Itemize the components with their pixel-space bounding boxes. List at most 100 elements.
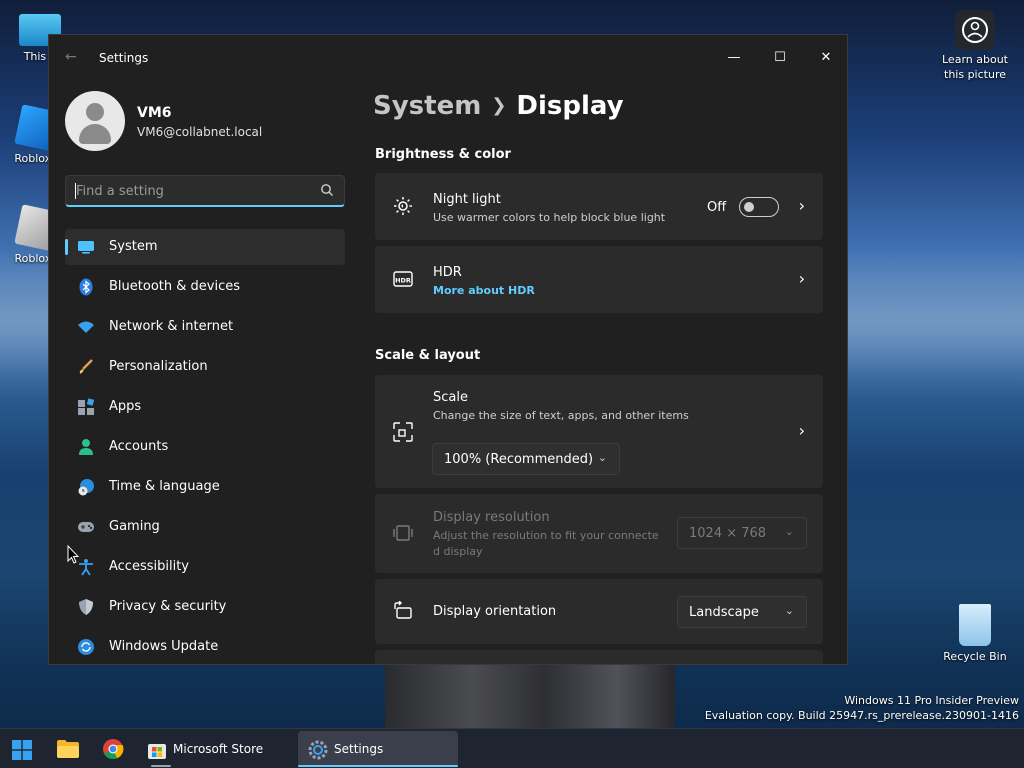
bluetooth-icon [79, 278, 93, 296]
sidebar-item-network[interactable]: Network & internet [65, 309, 345, 345]
sidebar-item-accounts[interactable]: Accounts [65, 429, 345, 465]
recycle-bin-icon [959, 604, 991, 646]
sidebar-item-label: Time & language [109, 479, 220, 494]
monitor-icon [78, 241, 94, 254]
sidebar-item-privacy[interactable]: Privacy & security [65, 589, 345, 625]
scale-dropdown[interactable]: 100% (Recommended) ⌄ [432, 443, 620, 475]
breadcrumb: System ❯ Display [373, 91, 624, 121]
hdr-card[interactable]: HDR HDR More about HDR › [375, 246, 823, 313]
taskbar-label: Settings [334, 742, 384, 756]
start-button[interactable] [4, 731, 40, 767]
sidebar-item-windows-update[interactable]: Windows Update [65, 629, 345, 664]
scale-dropdown-value: 100% (Recommended) [444, 452, 594, 467]
desktop-wallpaper-pier [385, 662, 675, 730]
sidebar-item-system[interactable]: System [65, 229, 345, 265]
minimize-button[interactable]: — [711, 43, 757, 73]
store-icon [148, 744, 166, 759]
accessibility-icon [79, 559, 93, 576]
chevron-down-icon: ⌄ [784, 525, 794, 538]
sidebar-item-label: Network & internet [109, 319, 234, 334]
scale-title: Scale [433, 390, 468, 405]
display-orientation-card[interactable]: Display orientation Landscape ⌄ [375, 579, 823, 644]
hdr-icon: HDR [393, 271, 413, 287]
file-explorer-button[interactable] [50, 731, 86, 767]
sidebar-item-label: Personalization [109, 359, 208, 374]
user-email: VM6@collabnet.local [137, 125, 263, 139]
svg-text:HDR: HDR [395, 277, 411, 285]
learn-about-picture-widget[interactable]: Learn about this picture [935, 10, 1015, 82]
taskbar: Microsoft Store Settings [0, 728, 1024, 768]
breadcrumb-parent[interactable]: System [373, 91, 481, 121]
sidebar-item-label: Bluetooth & devices [109, 279, 240, 294]
night-light-title: Night light [433, 192, 501, 207]
next-setting-card[interactable] [375, 650, 823, 664]
scale-card[interactable]: Scale Change the size of text, apps, and… [375, 375, 823, 488]
chrome-button[interactable] [95, 731, 131, 767]
sidebar-item-label: Apps [109, 399, 142, 414]
brush-icon [79, 359, 93, 374]
sidebar-item-label: System [109, 239, 158, 254]
microsoft-store-button[interactable]: Microsoft Store [143, 731, 289, 767]
resolution-dropdown: 1024 × 768 ⌄ [677, 517, 807, 549]
windows-watermark: Windows 11 Pro Insider Preview Evaluatio… [705, 693, 1019, 723]
watermark-line1: Windows 11 Pro Insider Preview [844, 694, 1019, 707]
settings-window: ← Settings — ☐ ✕ VM6 VM6@collabnet.local… [48, 34, 848, 665]
sidebar-item-label: Privacy & security [109, 599, 227, 614]
apps-icon [78, 398, 95, 415]
sidebar-item-label: Accessibility [109, 559, 189, 574]
sidebar-item-label: Windows Update [109, 639, 219, 654]
search-input[interactable]: Find a setting [65, 175, 345, 207]
scale-icon [393, 422, 413, 442]
scale-subtitle: Change the size of text, apps, and other… [433, 409, 689, 422]
learn-about-picture-label: Learn about this picture [942, 53, 1008, 81]
chevron-right-icon: › [798, 269, 805, 288]
night-light-card[interactable]: Night light Use warmer colors to help bl… [375, 173, 823, 240]
chevron-down-icon: ⌄ [784, 604, 794, 617]
settings-taskbar-button[interactable]: Settings [298, 731, 458, 767]
account-icon [79, 439, 93, 455]
chrome-icon [103, 739, 124, 760]
desktop-icon-recycle-bin[interactable]: Recycle Bin [935, 604, 1015, 663]
sidebar-item-time-language[interactable]: Time & language [65, 469, 345, 505]
mouse-cursor [67, 545, 79, 564]
active-indicator [298, 765, 458, 767]
title-bar[interactable]: ← Settings — ☐ ✕ [49, 35, 847, 81]
sidebar-item-apps[interactable]: Apps [65, 389, 345, 425]
display-orientation-title: Display orientation [433, 604, 557, 619]
sidebar-item-label: Accounts [109, 439, 169, 454]
running-indicator [151, 765, 171, 767]
sidebar-item-bluetooth[interactable]: Bluetooth & devices [65, 269, 345, 305]
display-resolution-subtitle-line2: d display [433, 545, 483, 558]
chevron-right-icon: ❯ [491, 95, 507, 116]
display-resolution-subtitle-line1: Adjust the resolution to fit your connec… [433, 529, 659, 542]
camera-icon [955, 10, 995, 50]
more-about-hdr-link[interactable]: More about HDR [433, 284, 535, 297]
page-title: Display [516, 91, 624, 121]
chevron-right-icon: › [798, 196, 805, 215]
active-indicator [65, 239, 68, 255]
maximize-button[interactable]: ☐ [757, 43, 803, 73]
search-icon [321, 184, 333, 196]
orientation-dropdown-value: Landscape [689, 605, 759, 620]
back-arrow-icon[interactable]: ← [65, 49, 77, 65]
globe-clock-icon [78, 479, 94, 496]
chevron-right-icon: › [798, 421, 805, 440]
orientation-dropdown[interactable]: Landscape ⌄ [677, 596, 807, 628]
sidebar-item-gaming[interactable]: Gaming [65, 509, 345, 545]
section-heading-brightness: Brightness & color [375, 147, 511, 162]
night-light-toggle[interactable] [739, 197, 779, 217]
shield-icon [79, 599, 93, 615]
night-light-state: Off [707, 200, 727, 215]
avatar[interactable] [65, 91, 125, 151]
desktop-icon-label: Recycle Bin [943, 650, 1007, 663]
gamepad-icon [78, 522, 94, 532]
sidebar-item-personalization[interactable]: Personalization [65, 349, 345, 385]
close-button[interactable]: ✕ [803, 43, 847, 73]
chevron-down-icon: ⌄ [597, 451, 607, 464]
window-title: Settings [99, 51, 149, 65]
sidebar-item-accessibility[interactable]: Accessibility [65, 549, 345, 585]
wifi-icon [78, 321, 94, 333]
display-resolution-card: Display resolution Adjust the resolution… [375, 494, 823, 573]
windows-logo-icon [12, 740, 32, 760]
folder-icon [57, 740, 79, 758]
